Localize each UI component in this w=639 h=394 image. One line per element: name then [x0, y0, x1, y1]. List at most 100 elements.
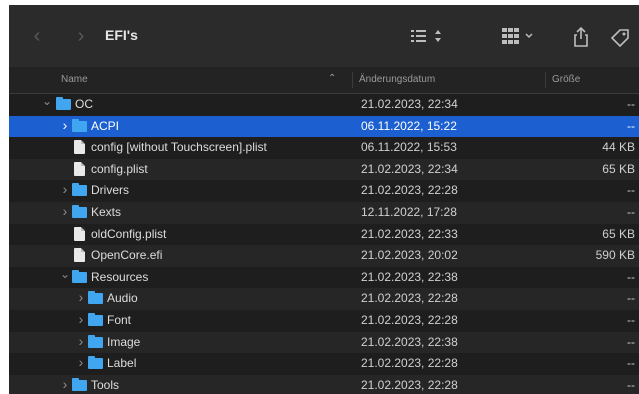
folder-row[interactable]: › Tools 21.02.2023, 22:28 -- — [9, 374, 639, 394]
document-icon — [74, 140, 85, 155]
chevron-down-icon[interactable]: ⌄ — [60, 268, 70, 280]
item-size: -- — [627, 97, 635, 111]
item-size: -- — [627, 118, 635, 133]
item-size: 44 KB — [602, 140, 635, 155]
folder-icon — [72, 118, 87, 132]
share-button[interactable] — [572, 26, 590, 52]
item-size: -- — [627, 356, 635, 371]
item-name: Resources — [91, 269, 149, 284]
column-divider[interactable] — [352, 72, 353, 88]
chevron-right-icon[interactable]: › — [60, 204, 70, 218]
chevron-right-icon[interactable]: › — [76, 290, 86, 304]
item-date: 12.11.2022, 17:28 — [361, 204, 457, 219]
item-name: ACPI — [91, 118, 120, 133]
grid-icon — [502, 28, 533, 44]
item-name: OpenCore.efi — [91, 248, 163, 263]
item-name: config [without Touchscreen].plist — [91, 140, 267, 155]
item-date: 21.02.2023, 22:28 — [361, 291, 458, 306]
column-header-name[interactable]: Name — [61, 74, 88, 85]
window-title: EFI's — [105, 27, 138, 43]
folder-row[interactable]: ⌄ OC 21.02.2023, 22:34 -- — [9, 94, 639, 116]
file-row[interactable]: config [without Touchscreen].plist 06.11.… — [9, 137, 639, 159]
document-icon — [74, 161, 85, 176]
tag-icon — [610, 29, 629, 48]
column-divider[interactable] — [545, 72, 546, 88]
folder-icon — [72, 377, 87, 391]
item-date: 21.02.2023, 20:02 — [361, 248, 458, 263]
item-size: 65 KB — [602, 226, 635, 241]
item-name: Drivers — [91, 183, 129, 198]
item-name: Label — [107, 356, 137, 371]
folder-icon — [72, 183, 87, 197]
chevron-right-icon[interactable]: › — [72, 26, 90, 46]
folder-icon — [88, 356, 103, 370]
item-date: 06.11.2022, 15:53 — [361, 140, 457, 155]
item-date: 21.02.2023, 22:33 — [361, 226, 458, 241]
folder-icon — [56, 97, 71, 110]
folder-row[interactable]: › Kexts 12.11.2022, 17:28 -- — [9, 201, 639, 224]
sort-chevron-icon: ⌃ — [328, 73, 337, 84]
file-row[interactable]: oldConfig.plist 21.02.2023, 22:33 65 KB — [9, 224, 639, 246]
item-name: Kexts — [91, 204, 122, 219]
folder-row[interactable]: › Audio 21.02.2023, 22:28 -- — [9, 288, 639, 310]
chevron-right-icon[interactable]: › — [60, 377, 70, 391]
item-size: -- — [627, 269, 635, 284]
item-date: 21.02.2023, 22:28 — [361, 377, 458, 392]
document-icon — [74, 248, 85, 263]
item-date: 21.02.2023, 22:34 — [361, 97, 458, 111]
column-header: Name ⌃ Änderungsdatum Größe — [9, 67, 639, 94]
folder-row[interactable]: › Label 21.02.2023, 22:28 -- — [9, 353, 639, 375]
item-name: config.plist — [91, 161, 148, 176]
folder-icon — [72, 204, 87, 218]
item-size: -- — [627, 312, 635, 327]
item-name: oldConfig.plist — [91, 226, 167, 241]
column-header-date[interactable]: Änderungsdatum — [359, 74, 435, 85]
item-name: Tools — [91, 377, 120, 392]
chevron-left-icon[interactable]: ‹ — [28, 26, 46, 46]
folder-icon — [88, 291, 103, 305]
item-date: 21.02.2023, 22:28 — [361, 356, 458, 371]
item-size: 590 KB — [595, 248, 635, 263]
chevron-right-icon[interactable]: › — [76, 355, 86, 369]
file-row[interactable]: config.plist 21.02.2023, 22:34 65 KB — [9, 158, 639, 181]
item-size: -- — [627, 291, 635, 306]
chevron-down-icon[interactable]: ⌄ — [42, 95, 52, 107]
item-name: Audio — [107, 291, 138, 306]
chevron-right-icon[interactable]: › — [60, 182, 70, 196]
tag-button[interactable] — [609, 27, 631, 52]
item-date: 21.02.2023, 22:38 — [361, 269, 458, 284]
file-row[interactable]: OpenCore.efi 21.02.2023, 20:02 590 KB — [9, 245, 639, 267]
item-date: 21.02.2023, 22:28 — [361, 183, 458, 198]
list-icon — [411, 30, 441, 42]
item-name: OC — [75, 97, 93, 111]
folder-icon — [72, 269, 87, 283]
file-list: ⌄ OC 21.02.2023, 22:34 -- › ACPI 06.11.2022, 1… — [9, 94, 639, 394]
folder-row[interactable]: › Font 21.02.2023, 22:28 -- — [9, 310, 639, 332]
item-size: -- — [627, 204, 635, 219]
item-date: 06.11.2022, 15:22 — [361, 118, 457, 133]
chevron-right-icon[interactable]: › — [76, 334, 86, 348]
document-icon — [74, 226, 85, 241]
item-date: 21.02.2023, 22:38 — [361, 334, 458, 349]
folder-row[interactable]: › ACPI 06.11.2022, 15:22 -- — [9, 115, 639, 138]
item-size: 65 KB — [602, 161, 635, 176]
item-date: 21.02.2023, 22:28 — [361, 312, 458, 327]
folder-row[interactable]: › Drivers 21.02.2023, 22:28 -- — [9, 180, 639, 202]
column-header-size[interactable]: Größe — [552, 74, 580, 85]
item-name: Image — [107, 334, 141, 349]
folder-row[interactable]: ⌄ Resources 21.02.2023, 22:38 -- — [9, 267, 639, 289]
folder-icon — [88, 312, 103, 326]
finder-window: ‹ › EFI's Name ⌃ Änderungsdatum Größe ⌄ … — [9, 5, 639, 394]
chevron-right-icon[interactable]: › — [76, 312, 86, 326]
share-icon — [574, 26, 588, 47]
item-size: -- — [627, 377, 635, 392]
folder-row[interactable]: › Image 21.02.2023, 22:38 -- — [9, 331, 639, 354]
folder-icon — [88, 334, 103, 348]
item-name: Font — [107, 312, 132, 327]
toolbar: ‹ › EFI's — [9, 5, 639, 68]
list-view-button[interactable] — [409, 27, 447, 50]
item-size: -- — [627, 334, 635, 349]
chevron-right-icon[interactable]: › — [60, 118, 70, 132]
item-date: 21.02.2023, 22:34 — [361, 161, 458, 176]
group-button[interactable] — [501, 27, 541, 50]
